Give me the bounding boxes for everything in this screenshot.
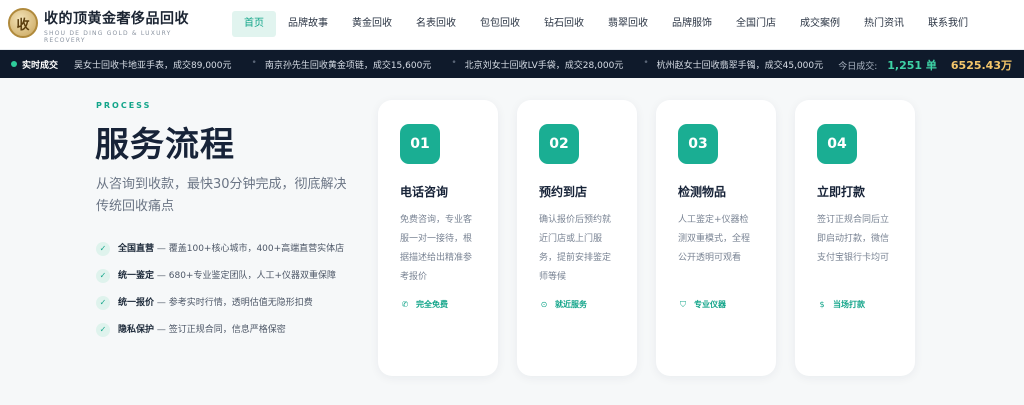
ticker-list: 吴女士回收卡地亚手表，成交89,000元 • 南京孙先生回收黄金项链，成交15,… (74, 58, 843, 71)
ticker-item: 吴女士回收卡地亚手表，成交89,000元 (74, 61, 232, 71)
step-tag-label: 完全免费 (416, 300, 448, 309)
step-card-phone-consult[interactable]: 01 电话咨询 免费咨询，专业客服一对一接待，根据描述给出精准参考报价 ✆ 完全… (378, 100, 498, 376)
step-tag: $ 当场打款 (817, 299, 865, 310)
dollar-icon: $ (819, 299, 825, 309)
nav-stores[interactable]: 全国门店 (724, 11, 788, 37)
site-header: 收 收的顶黄金奢侈品回收 SHOU DE DING GOLD & LUXURY … (0, 0, 1024, 50)
nav-diamond-recycle[interactable]: 钻石回收 (532, 11, 596, 37)
step-card-book-visit[interactable]: 02 预约到店 确认报价后预约就近门店或上门服务，提前安排鉴定师等候 ⊙ 就近服… (517, 100, 637, 376)
step-number: 01 (400, 124, 440, 164)
feature-desc: — 覆盖100+核心城市，400+高端直营实体店 (154, 244, 345, 254)
feature-key: 全国直营 (118, 244, 155, 254)
section-eyebrow: PROCESS (96, 101, 152, 110)
nav-home[interactable]: 首页 (232, 11, 276, 37)
step-title: 预约到店 (539, 185, 588, 199)
ticker-item: 南京孙先生回收黄金项链，成交15,600元 (264, 61, 432, 71)
ticker-live-label: 实时成交 (22, 61, 59, 71)
step-number: 03 (678, 124, 718, 164)
step-desc: 签订正规合同后立即启动打款，微信支付宝银行卡均可 (817, 215, 890, 263)
step-desc: 免费咨询，专业客服一对一接待，根据描述给出精准参考报价 (400, 215, 473, 282)
today-stats: 今日成交: 1,251 单 6525.43万 (838, 57, 1012, 73)
section-title: 服务流程 (95, 125, 235, 165)
step-card-inspect[interactable]: 03 检测物品 人工鉴定+仪器检测双重模式，全程公开透明可观看 ⛉ 专业仪器 (656, 100, 776, 376)
step-tag-label: 当场打款 (833, 300, 865, 309)
feature-item: ✓ 统一报价 — 参考实时行情，透明估值无隐形扣费 (96, 295, 351, 311)
nav-jade-recycle[interactable]: 翡翠回收 (596, 11, 660, 37)
feature-item: ✓ 统一鉴定 — 680+专业鉴定团队，人工+仪器双重保障 (96, 268, 351, 284)
nav-brand-story[interactable]: 品牌故事 (276, 11, 340, 37)
step-title: 立即打款 (817, 185, 866, 199)
check-icon: ✓ (96, 323, 110, 337)
shield-icon: ⛉ (680, 299, 686, 309)
nav-apparel[interactable]: 品牌服饰 (660, 11, 724, 37)
step-desc: 确认报价后预约就近门店或上门服务，提前安排鉴定师等候 (539, 215, 612, 282)
step-desc: 人工鉴定+仪器检测双重模式，全程公开透明可观看 (678, 215, 751, 263)
live-dot-icon (11, 61, 17, 67)
brand-subtitle: SHOU DE DING GOLD & LUXURY RECOVERY (44, 30, 172, 44)
nav-cases[interactable]: 成交案例 (788, 11, 852, 37)
dot-separator-icon: • (643, 58, 649, 68)
feature-key: 统一报价 (118, 298, 155, 308)
ticker-item: 北京刘女士回收LV手袋，成交28,000元 (464, 61, 624, 71)
step-title: 电话咨询 (400, 185, 449, 199)
dot-separator-icon: • (251, 58, 257, 68)
step-number: 02 (539, 124, 579, 164)
feature-desc: — 680+专业鉴定团队，人工+仪器双重保障 (154, 271, 336, 281)
step-tag-label: 专业仪器 (694, 300, 726, 309)
phone-icon: ✆ (401, 299, 409, 309)
today-deal-amount: 6525.43万 (950, 59, 1012, 72)
step-title: 检测物品 (678, 185, 727, 199)
section-subtitle: 从咨询到收款，最快30分钟完成，彻底解决传统回收痛点 (96, 177, 347, 214)
check-icon: ✓ (96, 269, 110, 283)
nav-contact[interactable]: 联系我们 (916, 11, 980, 37)
check-icon: ✓ (96, 296, 110, 310)
brand-title[interactable]: 收的顶黄金奢侈品回收 (44, 8, 189, 28)
step-tag: ⛉ 专业仪器 (678, 299, 726, 310)
feature-desc: — 参考实时行情，透明估值无隐形扣费 (154, 298, 313, 308)
location-pin-icon: ⊙ (540, 299, 548, 309)
nav-gold-recycle[interactable]: 黄金回收 (340, 11, 404, 37)
ticker-item: 杭州赵女士回收翡翠手镯，成交45,000元 (656, 61, 824, 71)
step-tag: ✆ 完全免费 (400, 299, 448, 310)
feature-desc: — 签订正规合同，信息严格保密 (154, 325, 286, 335)
nav-watch-recycle[interactable]: 名表回收 (404, 11, 468, 37)
brand-logo-icon[interactable]: 收 (8, 8, 38, 38)
step-number: 04 (817, 124, 857, 164)
feature-item: ✓ 全国直营 — 覆盖100+核心城市，400+高端直营实体店 (96, 241, 351, 257)
step-tag: ⊙ 就近服务 (539, 299, 587, 310)
today-label: 今日成交: (838, 62, 878, 72)
process-steps: 01 电话咨询 免费咨询，专业客服一对一接待，根据描述给出精准参考报价 ✆ 完全… (378, 100, 915, 376)
feature-item: ✓ 隐私保护 — 签订正规合同，信息严格保密 (96, 322, 351, 338)
nav-news[interactable]: 热门资讯 (852, 11, 916, 37)
feature-key: 统一鉴定 (118, 271, 155, 281)
live-deals-ticker: 实时成交 吴女士回收卡地亚手表，成交89,000元 • 南京孙先生回收黄金项链，… (0, 50, 1024, 78)
nav-bag-recycle[interactable]: 包包回收 (468, 11, 532, 37)
feature-list: ✓ 全国直营 — 覆盖100+核心城市，400+高端直营实体店 ✓ 统一鉴定 —… (96, 241, 351, 349)
brand-block[interactable]: 收的顶黄金奢侈品回收 SHOU DE DING GOLD & LUXURY RE… (44, 8, 189, 44)
step-card-payment[interactable]: 04 立即打款 签订正规合同后立即启动打款，微信支付宝银行卡均可 $ 当场打款 (795, 100, 915, 376)
today-deal-count: 1,251 单 (887, 59, 937, 72)
dot-separator-icon: • (451, 58, 457, 68)
main-nav: 首页 品牌故事 黄金回收 名表回收 包包回收 钻石回收 翡翠回收 品牌服饰 全国… (232, 11, 980, 37)
step-tag-label: 就近服务 (555, 300, 587, 309)
check-icon: ✓ (96, 242, 110, 256)
feature-key: 隐私保护 (118, 325, 155, 335)
